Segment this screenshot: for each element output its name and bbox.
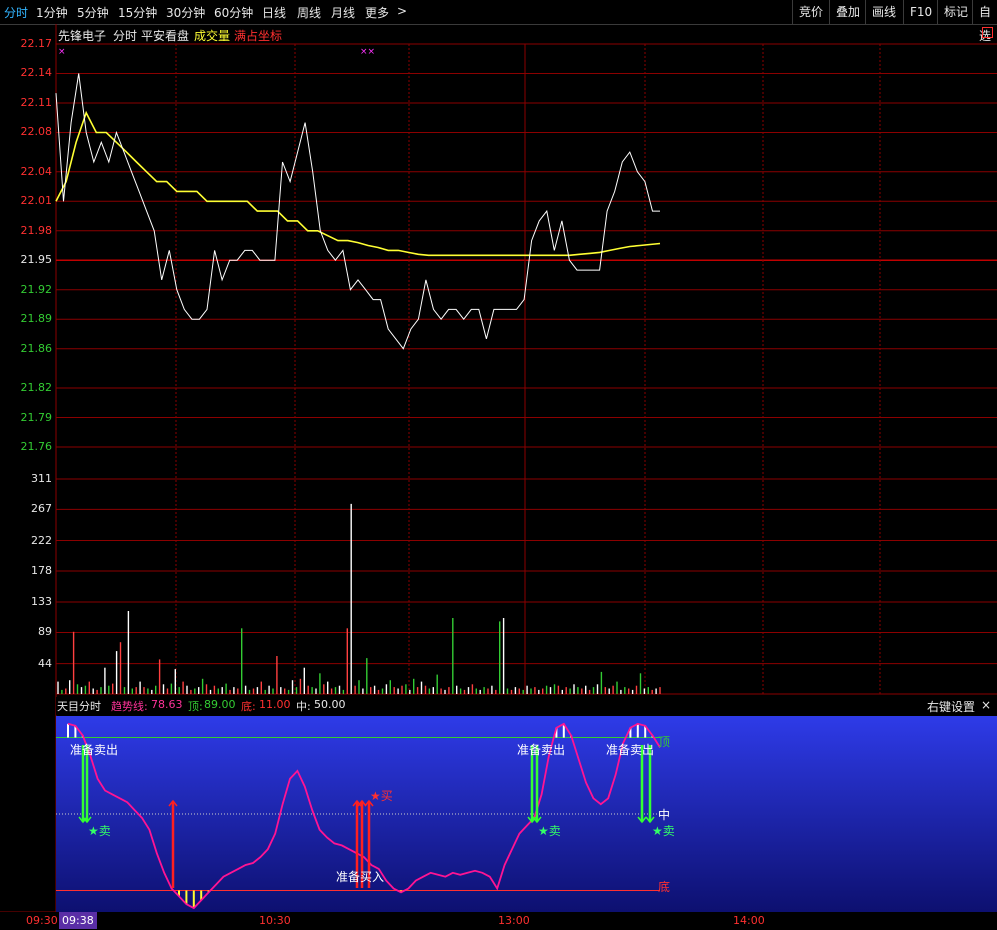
- time-tick: 14:00: [733, 914, 765, 927]
- sell-signal-label: ★卖: [538, 824, 561, 838]
- indicator-header: 天目分时 趋势线: 78.63 顶: 89.00 底: 11.00 中: 50.…: [56, 697, 997, 715]
- bottom-label: 底:: [241, 700, 256, 713]
- sell-signal-label: ★卖: [652, 824, 675, 838]
- avg-price-line: [55, 110, 661, 257]
- time-tick: 10:30: [259, 914, 291, 927]
- trend-label: 趋势线:: [111, 700, 148, 713]
- volume-bars: [57, 503, 661, 694]
- time-start: 09:30: [26, 914, 58, 927]
- mid-line-label: 中: [658, 807, 670, 822]
- bottom-line-label: 底: [658, 879, 670, 894]
- marker-icon: ×: [58, 47, 66, 57]
- indicator-panel: ★卖 准备卖出 ★卖 准备卖出 ★卖 准备卖出 ★买准备买入 顶中底: [56, 716, 997, 912]
- settings-label[interactable]: 右键设置: [927, 698, 975, 715]
- trend-value: 78.63: [151, 698, 183, 711]
- time-tick: 13:00: [498, 914, 530, 927]
- prepare-sell-label: 准备卖出: [517, 743, 565, 757]
- marker-icon: ××: [360, 47, 375, 57]
- time-cursor: 09:38: [59, 912, 97, 929]
- time-axis: 09:30 09:38 10:30 13:00 14:00: [0, 912, 997, 930]
- top-label: 顶:: [188, 700, 203, 713]
- price-line: [55, 73, 660, 350]
- close-icon[interactable]: ×: [981, 698, 991, 712]
- buy-signal-label: ★买: [370, 789, 393, 803]
- prepare-sell-label: 准备卖出: [70, 743, 118, 757]
- mid-value: 50.00: [314, 698, 346, 711]
- top-value: 89.00: [204, 698, 236, 711]
- sell-signal-label: ★卖: [88, 824, 111, 838]
- chart-canvas: ★卖 准备卖出 ★卖 准备卖出 ★卖 准备卖出 ★买准备买入 顶中底 × ××: [0, 24, 997, 913]
- bottom-value: 11.00: [259, 698, 291, 711]
- indicator-name: 天目分时: [57, 700, 101, 713]
- mid-label: 中:: [296, 700, 311, 713]
- prepare-sell-label: 准备卖出: [606, 743, 654, 757]
- prepare-buy-label: 准备买入: [336, 870, 384, 884]
- top-line-label: 顶: [658, 735, 670, 749]
